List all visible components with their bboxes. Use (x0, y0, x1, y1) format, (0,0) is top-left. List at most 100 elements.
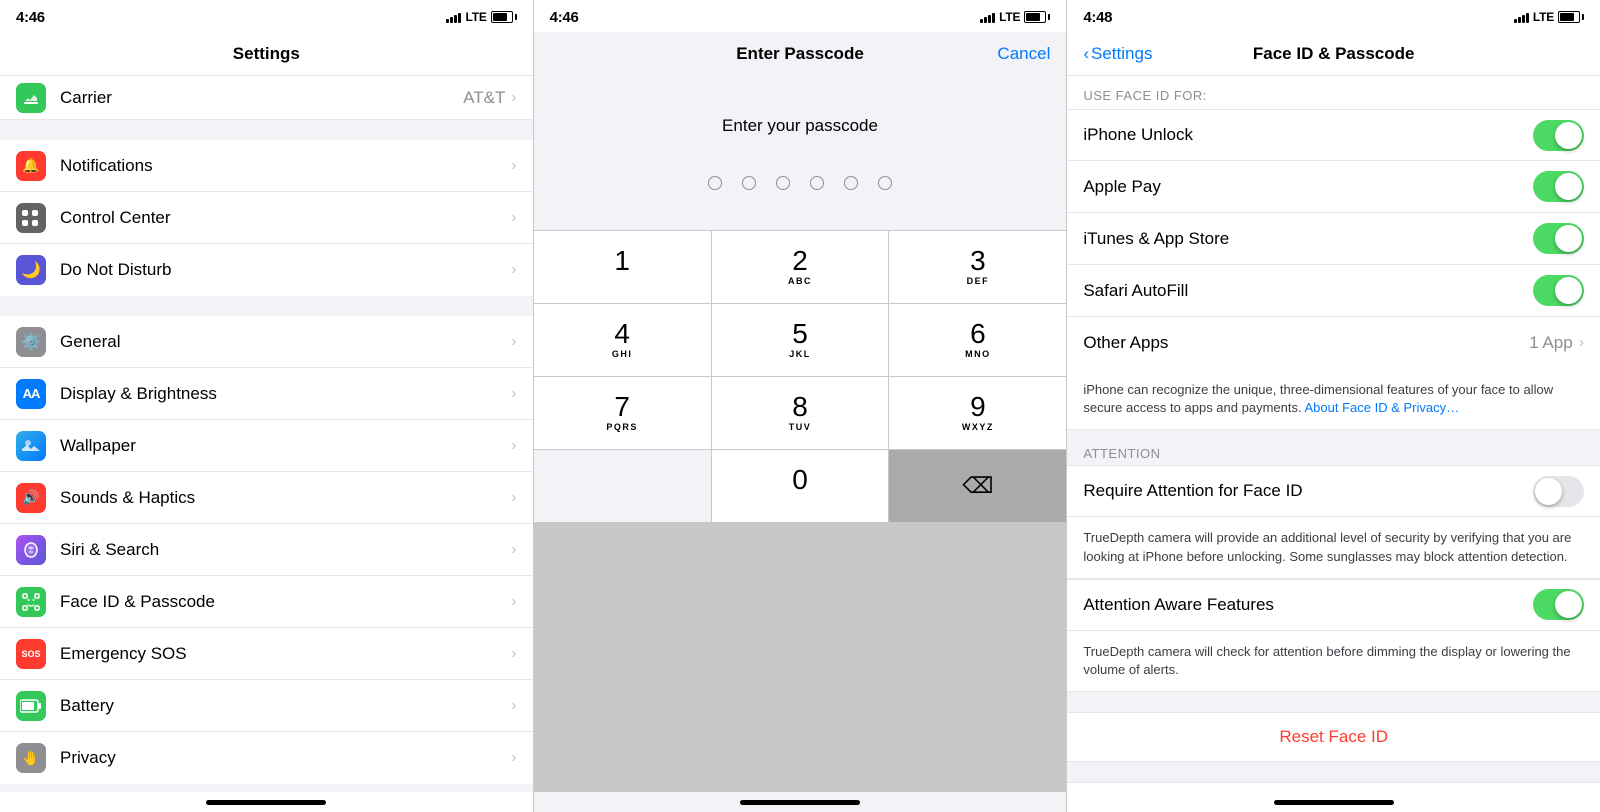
numpad-row-1: 1 2 ABC 3 DEF (534, 231, 1067, 303)
settings-row-sos[interactable]: SOS Emergency SOS › (0, 628, 533, 680)
battery-icon-3 (1558, 11, 1584, 23)
section-notifications: 🔔 Notifications › Control Center › 🌙 Do … (0, 140, 533, 296)
general-label: General (60, 332, 511, 352)
settings-row-notifications[interactable]: 🔔 Notifications › (0, 140, 533, 192)
settings-row-safari-autofill[interactable]: Safari AutoFill (1067, 265, 1600, 317)
key-3[interactable]: 3 DEF (889, 231, 1066, 303)
cancel-button[interactable]: Cancel (997, 44, 1050, 64)
home-indicator-2 (534, 792, 1067, 812)
sos-label: Emergency SOS (60, 644, 511, 664)
itunes-toggle[interactable] (1533, 223, 1584, 254)
key-0[interactable]: 0 (712, 450, 889, 522)
settings-row-iphone-unlock[interactable]: iPhone Unlock (1067, 109, 1600, 161)
settings-header: Settings (0, 32, 533, 76)
wallpaper-chevron: › (511, 437, 516, 455)
settings-row-itunes-store[interactable]: iTunes & App Store (1067, 213, 1600, 265)
carrier-label: Carrier (60, 88, 463, 108)
settings-row-attention-aware[interactable]: Attention Aware Features (1067, 579, 1600, 631)
settings-row-wallpaper[interactable]: Wallpaper › (0, 420, 533, 472)
dot-2 (742, 176, 756, 190)
battery-chevron: › (511, 697, 516, 715)
reset-faceid-button[interactable]: Reset Face ID (1067, 712, 1600, 762)
home-indicator-3 (1067, 792, 1600, 812)
battery-label: Battery (60, 696, 511, 716)
siri-icon (16, 535, 46, 565)
dnd-label: Do Not Disturb (60, 260, 511, 280)
settings-row-require-attention[interactable]: Require Attention for Face ID (1067, 465, 1600, 517)
status-bar-passcode: 4:46 LTE (534, 0, 1067, 32)
sos-icon: SOS (16, 639, 46, 669)
iphone-unlock-toggle[interactable] (1533, 120, 1584, 151)
faceid-chevron: › (511, 593, 516, 611)
apple-pay-label: Apple Pay (1083, 177, 1533, 197)
status-icons-2: LTE (980, 10, 1050, 24)
settings-row-general[interactable]: ⚙️ General › (0, 316, 533, 368)
settings-row-control-center[interactable]: Control Center › (0, 192, 533, 244)
use-faceid-header: USE FACE ID FOR: (1067, 76, 1600, 109)
itunes-store-label: iTunes & App Store (1083, 229, 1533, 249)
back-chevron-icon: ‹ (1083, 44, 1089, 64)
key-4[interactable]: 4 GHI (534, 304, 711, 376)
safari-autofill-toggle[interactable] (1533, 275, 1584, 306)
display-chevron: › (511, 385, 516, 403)
settings-back-button[interactable]: ‹ Settings (1083, 44, 1152, 64)
key-2[interactable]: 2 ABC (712, 231, 889, 303)
settings-row-siri[interactable]: Siri & Search › (0, 524, 533, 576)
faceid-info-box: iPhone can recognize the unique, three-d… (1067, 369, 1600, 430)
turn-passcode-off-button[interactable]: Turn Passcode Off (1067, 782, 1600, 792)
key-backspace[interactable]: ⌫ (889, 450, 1066, 522)
about-faceid-link[interactable]: About Face ID & Privacy… (1304, 400, 1459, 415)
settings-row-dnd[interactable]: 🌙 Do Not Disturb › (0, 244, 533, 296)
require-attention-info: TrueDepth camera will provide an additio… (1067, 517, 1600, 578)
settings-row-battery[interactable]: Battery › (0, 680, 533, 732)
settings-row-other-apps[interactable]: Other Apps 1 App › (1067, 317, 1600, 369)
sos-chevron: › (511, 645, 516, 663)
attention-aware-toggle[interactable] (1533, 589, 1584, 620)
use-faceid-section: USE FACE ID FOR: iPhone Unlock Apple Pay… (1067, 76, 1600, 369)
settings-row-privacy[interactable]: 🤚 Privacy › (0, 732, 533, 784)
key-1[interactable]: 1 (534, 231, 711, 303)
passcode-prompt-text: Enter your passcode (722, 116, 878, 136)
faceid-nav-header: ‹ Settings Face ID & Passcode (1067, 32, 1600, 76)
dnd-icon: 🌙 (16, 255, 46, 285)
privacy-label: Privacy (60, 748, 511, 768)
key-7[interactable]: 7 PQRS (534, 377, 711, 449)
iphone-unlock-label: iPhone Unlock (1083, 125, 1533, 145)
faceid-icon (16, 587, 46, 617)
control-center-label: Control Center (60, 208, 511, 228)
key-8[interactable]: 8 TUV (712, 377, 889, 449)
notifications-chevron: › (511, 157, 516, 175)
status-time-2: 4:46 (550, 9, 579, 26)
status-bar-faceid: 4:48 LTE (1067, 0, 1600, 32)
settings-row-carrier[interactable]: Carrier AT&T › (0, 76, 533, 120)
passcode-title: Enter Passcode (736, 44, 864, 64)
dot-4 (810, 176, 824, 190)
passcode-header: Enter Passcode Cancel (534, 32, 1067, 76)
settings-row-apple-pay[interactable]: Apple Pay (1067, 161, 1600, 213)
display-icon: AA (16, 379, 46, 409)
status-icons-1: LTE (446, 10, 516, 24)
home-indicator-1 (0, 792, 533, 812)
battery-icon-1 (491, 11, 517, 23)
control-center-icon (16, 203, 46, 233)
settings-row-display[interactable]: AA Display & Brightness › (0, 368, 533, 420)
other-apps-chevron: › (1579, 334, 1584, 352)
status-time-3: 4:48 (1083, 9, 1112, 26)
require-attention-toggle[interactable] (1533, 476, 1584, 507)
key-6[interactable]: 6 MNO (889, 304, 1066, 376)
wallpaper-label: Wallpaper (60, 436, 511, 456)
settings-row-faceid[interactable]: Face ID & Passcode › (0, 576, 533, 628)
key-empty (534, 450, 711, 522)
other-apps-value: 1 App (1529, 333, 1573, 353)
faceid-panel: 4:48 LTE ‹ Settings Face ID & Passcode (1067, 0, 1600, 812)
key-5[interactable]: 5 JKL (712, 304, 889, 376)
apple-pay-toggle[interactable] (1533, 171, 1584, 202)
backspace-icon: ⌫ (962, 473, 993, 499)
signal-icon-3 (1514, 11, 1529, 23)
key-9[interactable]: 9 WXYZ (889, 377, 1066, 449)
settings-row-sounds[interactable]: 🔊 Sounds & Haptics › (0, 472, 533, 524)
status-time-1: 4:46 (16, 9, 45, 26)
faceid-label: Face ID & Passcode (60, 592, 511, 612)
reset-faceid-label: Reset Face ID (1279, 727, 1388, 747)
safari-autofill-label: Safari AutoFill (1083, 281, 1533, 301)
